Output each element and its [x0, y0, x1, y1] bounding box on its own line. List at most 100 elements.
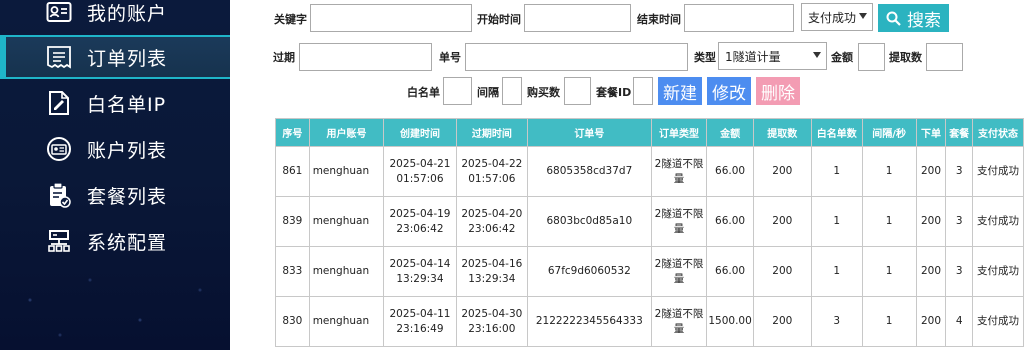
package-id-input[interactable]	[633, 77, 653, 105]
search-button[interactable]: 搜索	[878, 4, 949, 32]
cell-status: 支付成功	[971, 246, 1024, 297]
cell-id: 861	[275, 146, 310, 197]
cell-expire: 2025-04-16 13:29:34	[455, 246, 529, 297]
cell-interval: 1	[861, 196, 917, 247]
cell-fetch: 200	[752, 196, 812, 247]
amount-input[interactable]	[858, 43, 885, 71]
chevron-down-icon	[859, 13, 867, 19]
table-row[interactable]: 839 menghuan 2025-04-19 23:06:42 2025-04-…	[275, 196, 1024, 247]
start-time-input[interactable]	[524, 4, 631, 32]
cell-account: menghuan	[308, 196, 385, 247]
keyword-label: 关键字	[274, 13, 307, 26]
payment-status-value: 支付成功	[808, 10, 857, 25]
column-header[interactable]: 白名单数	[810, 118, 863, 147]
sidebar-item-label: 我的账户	[87, 2, 168, 25]
keyword-input[interactable]	[310, 4, 472, 32]
cell-amount: 66.00	[706, 146, 754, 197]
whitelist-label: 白名单	[407, 86, 440, 99]
cell-type: 2隧道不限量	[650, 246, 708, 297]
id-card-icon	[46, 0, 72, 25]
cell-order-no: 2122222345564333	[527, 296, 652, 347]
search-button-label: 搜索	[907, 10, 941, 31]
new-button[interactable]: 新建	[658, 77, 702, 105]
edit-button[interactable]: 修改	[707, 77, 751, 105]
user-circle-icon	[46, 136, 72, 162]
column-header[interactable]: 支付状态	[971, 118, 1024, 147]
cell-type: 2隧道不限量	[650, 146, 708, 197]
column-header[interactable]: 创建时间	[383, 118, 457, 147]
sidebar-item-account-list[interactable]: 账户列表	[0, 127, 230, 171]
cell-orders: 200	[915, 246, 947, 297]
sidebar-item-label: 账户列表	[87, 139, 168, 162]
column-header[interactable]: 序号	[275, 118, 310, 147]
cell-order-no: 67fc9d6060532	[527, 246, 652, 297]
purchase-count-label: 购买数	[527, 86, 560, 99]
cell-interval: 1	[861, 296, 917, 347]
sidebar: 我的账户 订单列表 白名单IP 账户列表 套餐列表 系统配置	[0, 0, 230, 350]
cell-fetch: 200	[752, 146, 812, 197]
interval-input[interactable]	[502, 77, 522, 105]
type-select-value: 1隧道计量	[725, 49, 781, 64]
sidebar-item-orders[interactable]: 订单列表	[0, 35, 230, 79]
table-row[interactable]: 833 menghuan 2025-04-14 13:29:34 2025-04-…	[275, 246, 1024, 297]
cell-expire: 2025-04-22 01:57:06	[455, 146, 529, 197]
expire-label: 过期	[273, 51, 295, 64]
table-row[interactable]: 830 menghuan 2025-04-11 23:16:49 2025-04-…	[275, 296, 1024, 347]
cell-created: 2025-04-14 13:29:34	[383, 246, 457, 297]
cell-orders: 200	[915, 196, 947, 247]
cell-expire: 2025-04-20 23:06:42	[455, 196, 529, 247]
server-icon	[46, 228, 72, 254]
cell-amount: 66.00	[706, 246, 754, 297]
amount-label: 金额	[831, 51, 853, 64]
table-header-row: 序号 用户账号 创建时间 过期时间 订单号 订单类型 金额 提取数 白名单数 间…	[275, 118, 1024, 147]
cell-type: 2隧道不限量	[650, 196, 708, 247]
cell-type: 2隧道不限量	[650, 296, 708, 347]
order-no-input[interactable]	[465, 43, 688, 71]
type-select[interactable]: 1隧道计量	[718, 42, 827, 70]
cell-account: menghuan	[308, 246, 385, 297]
cell-id: 833	[275, 246, 310, 297]
cell-interval: 1	[861, 246, 917, 297]
whitelist-input[interactable]	[443, 77, 472, 105]
cell-whitelist: 1	[810, 246, 863, 297]
cell-order-no: 6803bc0d85a10	[527, 196, 652, 247]
cell-account: menghuan	[308, 146, 385, 197]
fetch-count-input[interactable]	[926, 43, 963, 71]
cell-package: 3	[945, 246, 973, 297]
table-row[interactable]: 861 menghuan 2025-04-21 01:57:06 2025-04-…	[275, 146, 1024, 197]
cell-package: 3	[945, 146, 973, 197]
sidebar-item-label: 系统配置	[87, 231, 168, 254]
cell-order-no: 6805358cd37d7	[527, 146, 652, 197]
order-no-label: 单号	[439, 51, 461, 64]
column-header[interactable]: 提取数	[752, 118, 812, 147]
cell-id: 830	[275, 296, 310, 347]
document-edit-icon	[46, 90, 72, 116]
expire-input[interactable]	[299, 43, 432, 71]
cell-status: 支付成功	[971, 296, 1024, 347]
end-time-input[interactable]	[684, 4, 794, 32]
column-header[interactable]: 过期时间	[455, 118, 529, 147]
cell-whitelist: 1	[810, 196, 863, 247]
cell-interval: 1	[861, 146, 917, 197]
cell-fetch: 200	[752, 246, 812, 297]
cell-created: 2025-04-19 23:06:42	[383, 196, 457, 247]
orders-table: 序号 用户账号 创建时间 过期时间 订单号 订单类型 金额 提取数 白名单数 间…	[275, 118, 1024, 347]
column-header[interactable]: 订单类型	[650, 118, 708, 147]
purchase-count-input[interactable]	[564, 77, 591, 105]
payment-status-select[interactable]: 支付成功	[801, 3, 873, 31]
column-header[interactable]: 下单	[915, 118, 947, 147]
sidebar-item-package-list[interactable]: 套餐列表	[0, 173, 230, 217]
delete-button[interactable]: 删除	[756, 77, 800, 105]
cell-created: 2025-04-21 01:57:06	[383, 146, 457, 197]
column-header[interactable]: 间隔/秒	[861, 118, 917, 147]
type-label: 类型	[694, 51, 716, 64]
column-header[interactable]: 订单号	[527, 118, 652, 147]
column-header[interactable]: 用户账号	[308, 118, 385, 147]
sidebar-item-my-account[interactable]: 我的账户	[0, 0, 230, 34]
clipboard-check-icon	[46, 182, 72, 208]
sidebar-item-whitelist-ip[interactable]: 白名单IP	[0, 81, 230, 125]
column-header[interactable]: 金额	[706, 118, 754, 147]
receipt-icon	[46, 44, 72, 70]
sidebar-item-system-config[interactable]: 系统配置	[0, 219, 230, 263]
column-header[interactable]: 套餐	[945, 118, 973, 147]
